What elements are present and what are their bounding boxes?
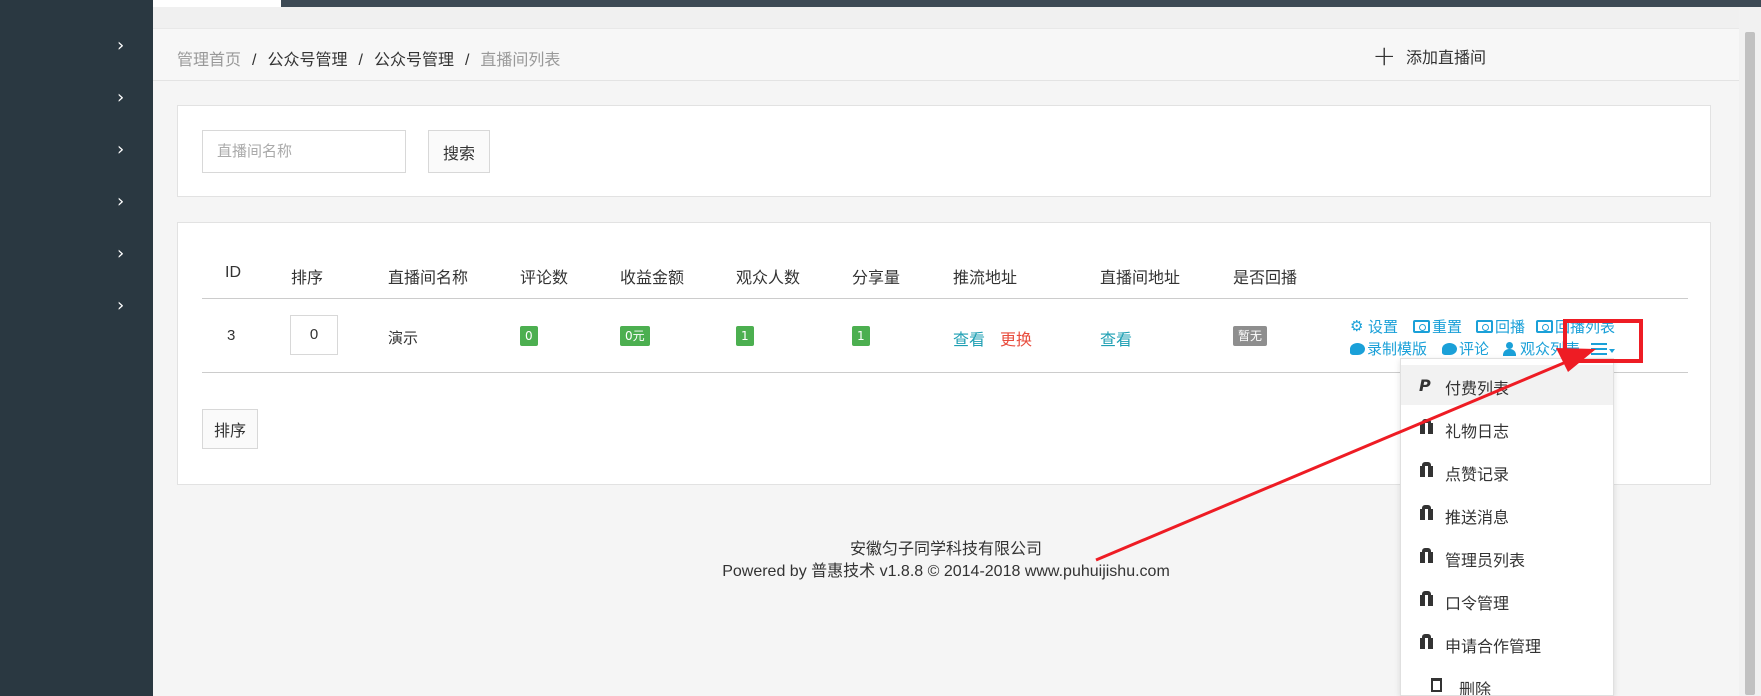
sidebar-item-3[interactable]: ›	[0, 124, 153, 178]
sidebar-item-4[interactable]: ›	[0, 176, 153, 230]
sidebar-item-1[interactable]: ›	[0, 20, 153, 74]
ops-comments[interactable]: 评论	[1442, 338, 1489, 359]
dropdown-item-label: 口令管理	[1445, 596, 1510, 613]
tab-strip	[153, 7, 1739, 29]
dropdown-item-label: 申请合作管理	[1445, 639, 1542, 656]
breadcrumb-bar: 管理首页 / 公众号管理 / 公众号管理 / 直播间列表 + 添加直播间	[153, 29, 1739, 81]
dropdown-item-label: 管理员列表	[1445, 553, 1526, 570]
dropdown-item-password-manage[interactable]: 口令管理	[1401, 580, 1613, 620]
ops-record-template[interactable]: 录制模版	[1350, 338, 1427, 359]
breadcrumb-item[interactable]: 公众号管理	[267, 46, 347, 70]
room-url-view-link[interactable]: 查看	[1100, 326, 1132, 350]
header-divider	[202, 298, 1688, 299]
paypal-icon: P	[1419, 376, 1431, 395]
search-input[interactable]	[202, 130, 406, 173]
gear-icon	[1350, 317, 1366, 335]
viewers-badge: 1	[736, 326, 754, 346]
breadcrumb-separator: /	[358, 52, 363, 69]
scrollbar-thumb[interactable]	[1745, 32, 1755, 695]
sort-order-input[interactable]: 0	[290, 315, 338, 355]
dropdown-item-label: 点赞记录	[1445, 467, 1510, 484]
gift-icon	[1420, 591, 1433, 606]
comments-badge: 0	[520, 326, 538, 346]
camera-icon	[1536, 320, 1553, 333]
ops-replay-label: 回播	[1495, 319, 1526, 336]
ops-settings[interactable]: 设置	[1350, 316, 1398, 337]
sidebar-item-5[interactable]: ›	[0, 228, 153, 282]
column-header-comments: 评论数	[520, 270, 569, 287]
gift-icon	[1420, 462, 1433, 477]
column-header-sort: 排序	[291, 270, 324, 287]
active-tab-indicator	[153, 0, 281, 7]
breadcrumb-separator: /	[252, 52, 257, 69]
shares-badge: 1	[852, 326, 870, 346]
add-live-room-button[interactable]: + 添加直播间	[1372, 39, 1486, 72]
sidebar: › › › › › ›	[0, 0, 153, 696]
breadcrumb: 管理首页 / 公众号管理 / 公众号管理 / 直播间列表	[177, 46, 560, 70]
comment-icon	[1350, 342, 1365, 355]
dropdown-item-label: 礼物日志	[1445, 424, 1510, 441]
gift-icon	[1420, 419, 1433, 434]
breadcrumb-separator: /	[464, 52, 470, 69]
chevron-right-icon: ›	[117, 295, 125, 316]
breadcrumb-item[interactable]: 公众号管理	[374, 46, 454, 70]
column-header-push-url: 推流地址	[953, 270, 1018, 287]
chevron-right-icon: ›	[117, 87, 125, 108]
dropdown-item-admin-list[interactable]: 管理员列表	[1401, 537, 1613, 577]
sidebar-item-2[interactable]: ›	[0, 72, 153, 126]
column-header-replay: 是否回播	[1233, 270, 1298, 287]
camera-icon	[1413, 320, 1430, 333]
replay-status-badge: 暂无	[1233, 326, 1268, 346]
trash-icon	[1431, 678, 1442, 692]
column-header-income: 收益金额	[620, 270, 685, 287]
gift-icon	[1420, 548, 1433, 563]
top-bar	[0, 0, 1761, 7]
dropdown-item-delete[interactable]: 删除	[1401, 666, 1613, 696]
chevron-right-icon: ›	[117, 139, 125, 160]
dropdown-item-label: 推送消息	[1445, 510, 1510, 527]
plus-icon: +	[1372, 39, 1396, 72]
gift-icon	[1420, 505, 1433, 520]
income-badge: 0元	[620, 326, 650, 346]
dropdown-item-paid-list[interactable]: P 付费列表	[1401, 365, 1613, 405]
search-panel: 搜索	[177, 105, 1711, 197]
dropdown-item-label: 付费列表	[1445, 381, 1510, 398]
chevron-right-icon: ›	[117, 243, 125, 264]
column-header-id: ID	[225, 264, 241, 281]
chevron-right-icon: ›	[117, 191, 125, 212]
push-url-view-link[interactable]: 查看	[953, 326, 985, 350]
cell-id: 3	[227, 327, 236, 344]
dropdown-item-label: 删除	[1459, 682, 1492, 696]
annotation-highlight-box	[1563, 319, 1643, 363]
breadcrumb-home[interactable]: 管理首页	[177, 46, 241, 70]
ops-reset-label: 重置	[1432, 319, 1463, 336]
ops-comments-label: 评论	[1459, 341, 1490, 358]
push-url-change-link[interactable]: 更换	[1000, 326, 1032, 350]
scrollbar[interactable]	[1739, 7, 1761, 696]
ops-replay[interactable]: 回播	[1476, 316, 1525, 337]
column-header-room-url: 直播间地址	[1100, 270, 1181, 287]
column-header-shares: 分享量	[852, 270, 901, 287]
dropdown-item-gift-log[interactable]: 礼物日志	[1401, 408, 1613, 448]
dropdown-item-like-records[interactable]: 点赞记录	[1401, 451, 1613, 491]
gift-icon	[1420, 634, 1433, 649]
dropdown-item-push-message[interactable]: 推送消息	[1401, 494, 1613, 534]
cell-name: 演示	[388, 330, 419, 347]
camera-icon	[1476, 320, 1493, 333]
column-header-viewers: 观众人数	[736, 270, 801, 287]
dropdown-item-cooperation-manage[interactable]: 申请合作管理	[1401, 623, 1613, 663]
comment-icon	[1442, 342, 1457, 355]
chevron-right-icon: ›	[117, 35, 125, 56]
more-dropdown-menu: P 付费列表 礼物日志 点赞记录 推送消息 管理员列表 口令管理 申请合作管理 …	[1400, 358, 1614, 696]
column-header-name: 直播间名称	[388, 270, 469, 287]
ops-record-template-label: 录制模版	[1367, 341, 1428, 358]
breadcrumb-current: 直播间列表	[480, 52, 561, 69]
sidebar-item-6[interactable]: ›	[0, 280, 153, 334]
search-button[interactable]: 搜索	[428, 130, 490, 173]
user-icon	[1502, 341, 1518, 356]
ops-reset[interactable]: 重置	[1413, 316, 1462, 337]
sort-button[interactable]: 排序	[202, 409, 258, 449]
add-live-room-label: 添加直播间	[1405, 50, 1486, 67]
ops-settings-label: 设置	[1368, 319, 1399, 336]
